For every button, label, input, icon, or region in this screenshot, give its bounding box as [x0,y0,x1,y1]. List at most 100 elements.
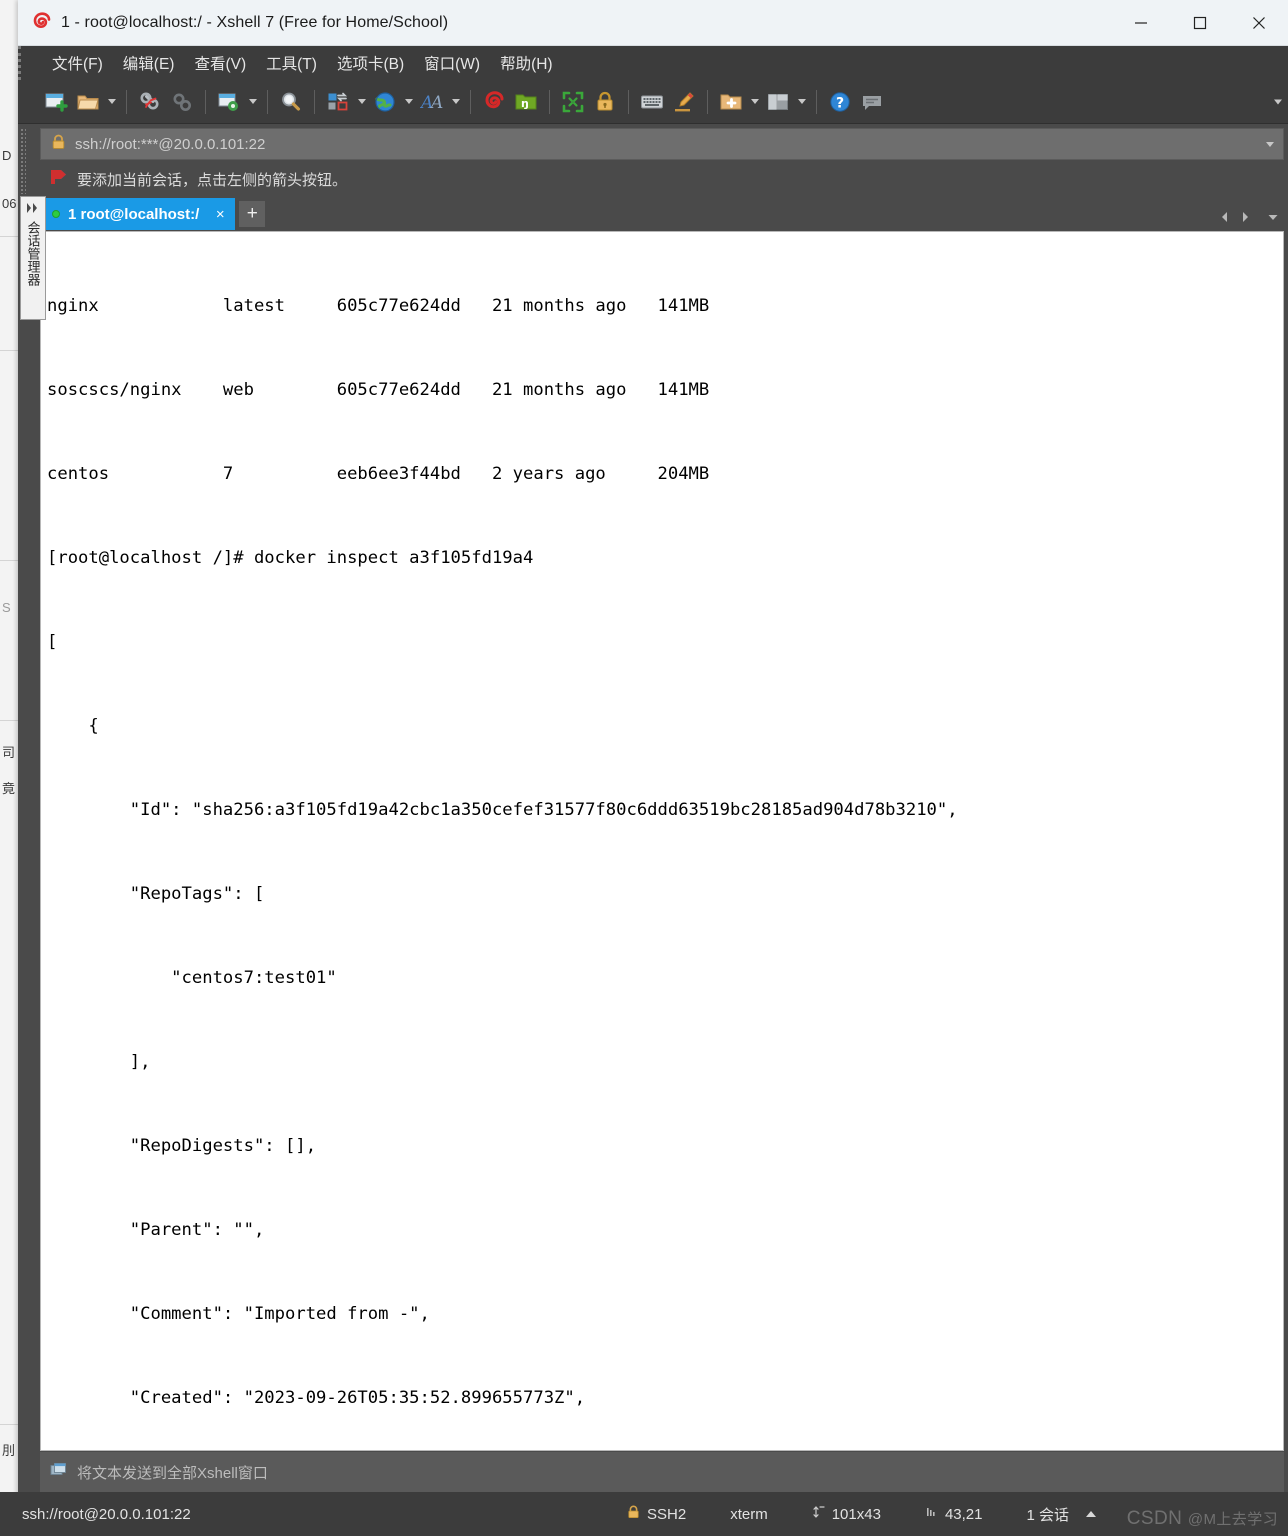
toolbar-separator [549,89,550,114]
desktop-text-fragment: 06 [2,196,17,211]
layout-icon[interactable] [762,86,794,118]
lock-icon[interactable] [589,86,621,118]
new-tab-button[interactable]: + [239,201,266,227]
toolbar: A A ŋ ? [18,80,1288,124]
web-browser-dropdown-icon[interactable] [401,86,416,118]
help-icon[interactable]: ? [824,86,856,118]
menu-help[interactable]: 帮助(H) [491,48,562,78]
menu-tabs-label: 选项卡(B) [336,56,405,73]
font-icon[interactable]: A A [416,86,448,118]
menu-edit-label: 编辑(E) [122,56,175,73]
toolbar-separator [126,89,127,114]
comment-icon[interactable] [856,86,888,118]
tab-scroll-right-icon[interactable] [1236,208,1254,226]
expand-panel-icon[interactable] [25,201,41,219]
desktop-text-fragment: 竟 [2,781,16,796]
terminal-line: [ [47,632,58,652]
transfer-file-dropdown-icon[interactable] [354,86,369,118]
keyboard-icon[interactable] [636,86,668,118]
font-dropdown-icon[interactable] [448,86,463,118]
desktop-text-fragment: 刖 [2,1443,16,1458]
terminal-line: soscscs/nginx web 605c77e624dd 21 months… [47,380,710,400]
terminal-line: centos 7 eeb6ee3f44bd 2 years ago 204MB [47,464,710,484]
minimize-button[interactable] [1111,0,1170,45]
session-manager-tab[interactable]: 会话管理器 [20,196,46,320]
tab-root-localhost[interactable]: 1 root@localhost:/ × [40,198,236,230]
panel-drag-handle[interactable] [20,128,26,194]
address-input[interactable]: ssh://root:***@20.0.0.101:22 [75,136,265,153]
status-sessions[interactable]: 1 会话 [1004,1504,1118,1525]
menu-window[interactable]: 窗口(W) [415,48,489,78]
desktop-text-fragment: D [2,148,12,163]
status-bar: ssh://root@20.0.0.101:22 SSH2 xterm 101x… [0,1492,1288,1536]
address-bar[interactable]: ssh://root:***@20.0.0.101:22 [40,128,1284,160]
tab-scroll-left-icon[interactable] [1216,208,1234,226]
status-right-group: SSH2 xterm 101x43 43,21 1 会话 [605,1504,1288,1525]
svg-text:?: ? [836,95,844,111]
tab-label: 1 root@localhost:/ [68,205,200,223]
menu-bar: 文件(F) 编辑(E) 查看(V) 工具(T) 选项卡(B) 窗口(W) 帮助(… [18,46,1288,80]
open-folder-icon[interactable] [72,86,104,118]
terminal-panel[interactable]: nginx latest 605c77e624dd 21 months ago … [40,231,1284,1451]
terminal-line: "centos7:test01" [47,968,337,988]
highlight-icon[interactable] [668,86,700,118]
open-folder-dropdown-icon[interactable] [104,86,119,118]
close-button[interactable] [1229,0,1288,45]
status-terminal-type[interactable]: xterm [708,1506,790,1523]
transfer-file-icon[interactable] [322,86,354,118]
xshell-window-root: D 06 S 司 竟 刖 1 - root@localhost:/ - Xshe… [0,0,1288,1536]
add-to-folder-dropdown-icon[interactable] [747,86,762,118]
terminal-output[interactable]: nginx latest 605c77e624dd 21 months ago … [41,232,1283,1450]
send-to-all-icon [50,1462,68,1483]
chevron-down-icon[interactable] [1266,141,1274,147]
send-to-all-bar[interactable]: 将文本发送到全部Xshell窗口 [40,1451,1284,1492]
search-icon[interactable] [275,86,307,118]
lock-icon [51,134,66,155]
menu-view[interactable]: 查看(V) [185,48,255,78]
toolbar-separator [816,89,817,114]
status-terminal-type-label: xterm [730,1505,768,1523]
window-title: 1 - root@localhost:/ - Xshell 7 (Free fo… [61,13,449,31]
tab-close-icon[interactable]: × [211,205,229,223]
tab-status-dot-icon [52,210,60,218]
terminal-line: "Id": "sha256:a3f105fd19a42cbc1a350cefef… [47,800,958,820]
chevron-up-icon[interactable] [1086,1511,1096,1517]
fullscreen-icon[interactable] [557,86,589,118]
terminal-line: nginx latest 605c77e624dd 21 months ago … [47,296,710,316]
session-hint-text: 要添加当前会话，点击左侧的箭头按钮。 [77,171,348,189]
xftp-icon[interactable]: ŋ [510,86,542,118]
new-session-icon[interactable] [40,86,72,118]
add-to-folder-icon[interactable] [715,86,747,118]
application-window: 1 - root@localhost:/ - Xshell 7 (Free fo… [18,0,1288,1536]
menu-edit[interactable]: 编辑(E) [114,48,184,78]
status-protocol-label: SSH2 [647,1505,687,1523]
menu-view-label: 查看(V) [194,56,247,73]
xshell-icon[interactable] [478,86,510,118]
reconnect-icon[interactable] [166,86,198,118]
tab-list-menu-icon[interactable] [1264,208,1282,226]
terminal-line: { [47,716,99,736]
status-connection: ssh://root@20.0.0.101:22 [22,1505,191,1523]
svg-text:A: A [429,93,443,113]
xshell-logo-icon [30,11,52,34]
status-size[interactable]: 101x43 [790,1505,903,1523]
maximize-button[interactable] [1170,0,1229,45]
web-browser-icon[interactable] [369,86,401,118]
menu-tabs[interactable]: 选项卡(B) [328,48,413,78]
terminal-line: "Created": "2023-09-26T05:35:52.89965577… [47,1388,586,1408]
status-cursor[interactable]: 43,21 [903,1505,1005,1523]
layout-dropdown-icon[interactable] [794,86,809,118]
toolbar-overflow-icon[interactable] [1274,99,1282,104]
session-properties-icon[interactable] [213,86,245,118]
session-properties-dropdown-icon[interactable] [245,86,260,118]
status-cursor-label: 43,21 [944,1505,983,1523]
menu-tools[interactable]: 工具(T) [257,48,326,78]
toolbar-separator [205,89,206,114]
status-protocol[interactable]: SSH2 [605,1505,708,1523]
menu-file[interactable]: 文件(F) [43,48,112,78]
disconnect-icon[interactable] [134,86,166,118]
menu-help-label: 帮助(H) [500,56,553,73]
terminal-line: "RepoTags": [ [47,884,265,904]
menu-file-label: 文件(F) [52,56,103,73]
status-sessions-label: 1 会话 [1026,1506,1069,1524]
